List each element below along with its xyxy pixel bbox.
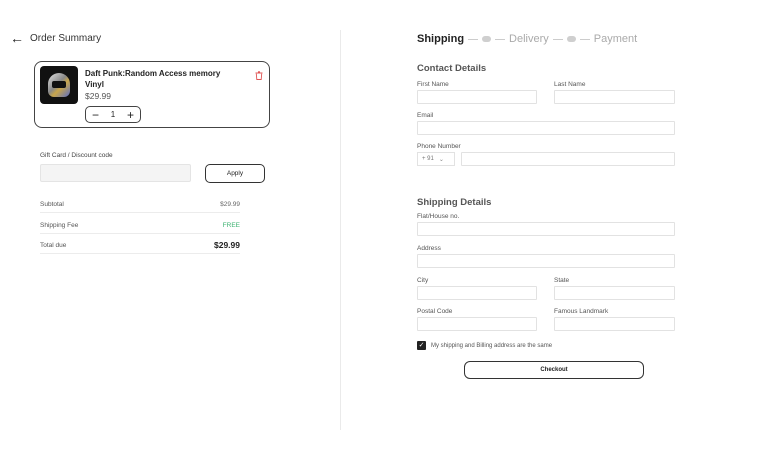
discount-label: Gift Card / Discount code [40,152,113,159]
city-field[interactable] [417,286,537,300]
quantity-stepper: − 1 + [85,106,141,123]
address-label: Address [417,245,441,252]
phone-field[interactable] [461,152,675,166]
step-delivery[interactable]: Delivery [509,33,549,45]
email-field[interactable] [417,121,675,135]
shipping-fee-label: Shipping Fee [40,221,79,229]
shipping-fee-value: FREE [222,221,240,229]
landmark-label: Famous Landmark [554,308,609,315]
country-code-value: + 91 [422,156,434,162]
decrease-quantity-button[interactable]: − [92,109,99,121]
last-name-label: Last Name [554,81,586,88]
product-price: $29.99 [85,91,111,101]
contact-details-title: Contact Details [417,63,487,74]
landmark-field[interactable] [554,317,675,331]
total-row: Total due $29.99 [40,237,240,254]
total-value: $29.99 [214,240,240,250]
postal-code-label: Postal Code [417,308,453,315]
trash-icon[interactable] [255,67,263,80]
step-payment[interactable]: Payment [594,33,637,45]
phone-label: Phone Number [417,143,461,150]
country-code-select[interactable]: + 91 ⌄ [417,152,455,166]
first-name-field[interactable] [417,90,537,104]
state-field[interactable] [554,286,675,300]
first-name-label: First Name [417,81,449,88]
arrow-left-icon[interactable]: ← [10,31,24,45]
product-card: Daft Punk:Random Access memory Vinyl $29… [34,61,270,128]
chevron-down-icon: ⌄ [438,156,444,163]
step-shipping[interactable]: Shipping [417,33,464,45]
state-label: State [554,277,570,284]
quantity-value: 1 [110,110,116,119]
same-address-label: My shipping and Billing address are the … [431,342,553,349]
order-summary-header: ← Order Summary [10,31,101,45]
flat-field[interactable] [417,222,675,236]
total-label: Total due [40,241,67,249]
increase-quantity-button[interactable]: + [127,109,134,121]
subtotal-label: Subtotal [40,200,64,208]
subtotal-row: Subtotal $29.99 [40,196,240,213]
step-dot-icon [566,36,576,42]
last-name-field[interactable] [554,90,675,104]
subtotal-value: $29.99 [220,200,240,208]
shipping-fee-row: Shipping Fee FREE [40,217,240,234]
flat-label: Flat/House no. [417,213,460,220]
product-title: Daft Punk:Random Access memory Vinyl [85,69,221,89]
discount-input[interactable] [40,164,191,182]
step-dot-icon [482,36,492,42]
address-field[interactable] [417,254,675,268]
email-label: Email [417,112,434,119]
panel-divider [340,30,341,430]
city-label: City [417,277,429,284]
postal-code-field[interactable] [417,317,537,331]
same-address-checkbox[interactable]: ✓ [417,341,426,350]
shipping-details-title: Shipping Details [417,197,492,208]
same-address-row: ✓ My shipping and Billing address are th… [417,341,552,350]
checkout-stepper: Shipping Delivery Payment [417,33,637,45]
page-title: Order Summary [30,32,102,44]
product-thumbnail [40,66,78,104]
checkout-button[interactable]: Checkout [464,361,644,379]
apply-button[interactable]: Apply [205,164,265,183]
